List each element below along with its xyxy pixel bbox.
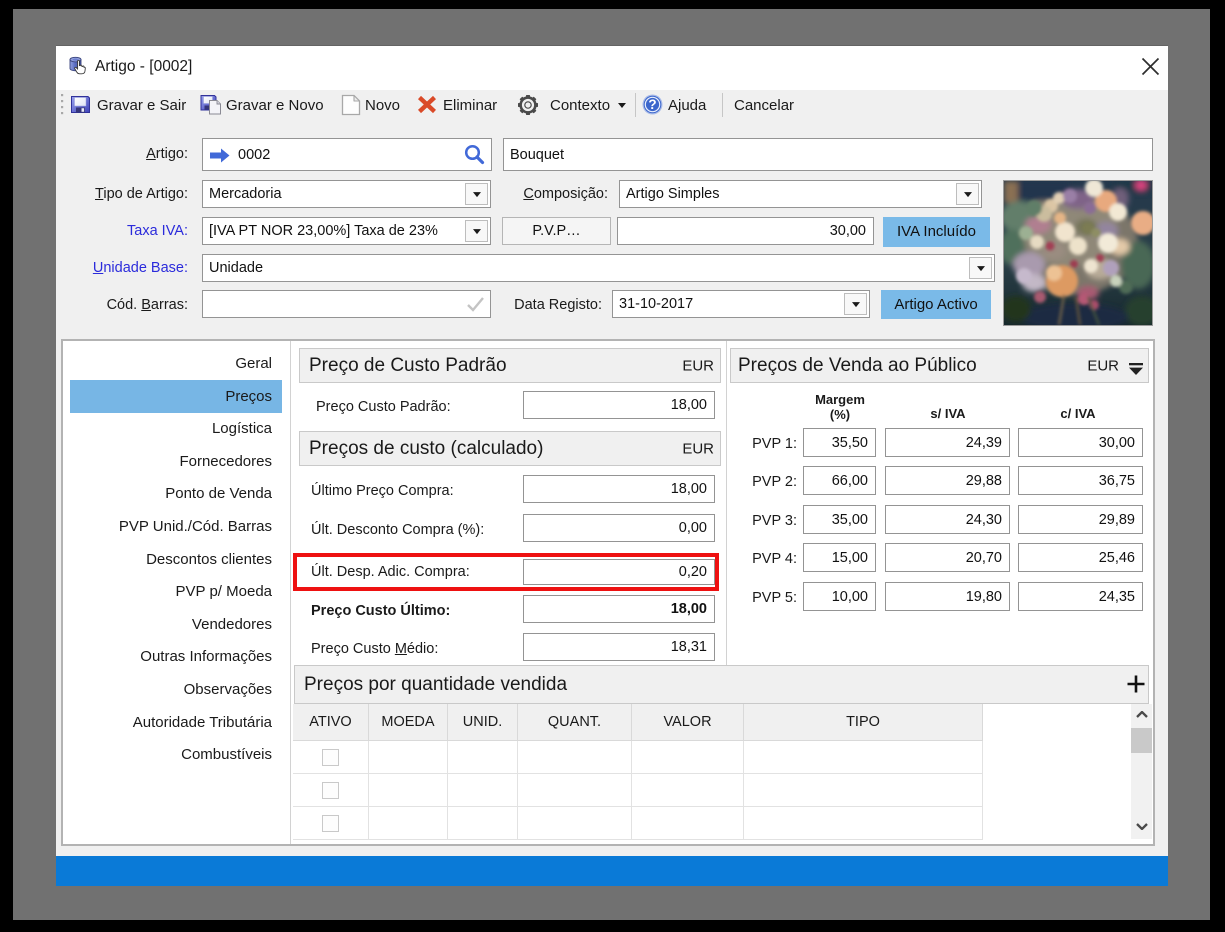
svg-text:?: ? [648,97,656,112]
